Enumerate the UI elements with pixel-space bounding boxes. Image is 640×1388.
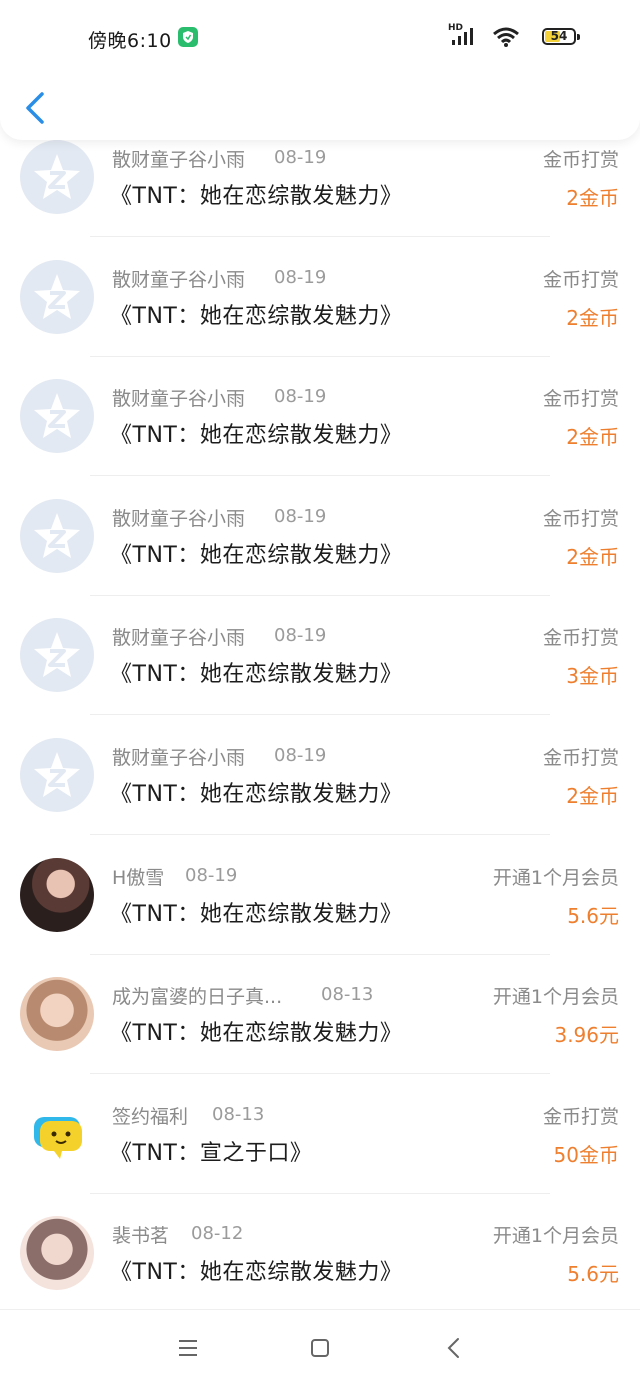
battery-percent: 54 [550,29,568,43]
divider [90,1073,550,1075]
record-date: 08-13 [321,984,374,1006]
book-title: 《TNT：宣之于口》 [110,1140,313,1166]
list-item[interactable]: 成为富婆的日子真... 08-13 《TNT：她在恋综散发魅力》 开通1个月会员 3.9… [0,975,640,1095]
list-item[interactable]: 散财童子谷小雨 08-19 《TNT：她在恋综散发魅力》 金币打赏 2金币 [0,138,640,258]
menu-button[interactable] [168,1328,208,1368]
sender-name: 成为富婆的日子真... [112,986,283,1009]
status-time: 傍晚6:10 [88,30,172,52]
list-item[interactable]: 散财童子谷小雨 08-19 《TNT：她在恋综散发魅力》 金币打赏 2金币 [0,497,640,617]
avatar[interactable] [20,857,94,932]
home-square-icon [311,1339,329,1357]
reward-type: 开通1个月会员 [492,986,619,1009]
book-title: 《TNT：她在恋综散发魅力》 [110,184,403,209]
sender-name: 散财童子谷小雨 [112,149,246,171]
sender-name: 散财童子谷小雨 [112,627,246,650]
chat-emoji-icon[interactable] [20,1097,94,1171]
record-date: 08-19 [274,625,327,647]
record-date: 08-19 [274,505,327,527]
record-date: 08-19 [274,745,327,766]
wifi-icon [493,27,519,47]
book-title: 《TNT：她在恋综散发魅力》 [110,1021,403,1047]
reward-amount: 2金币 [566,305,619,330]
reward-type: 金币打赏 [542,747,619,769]
sender-name: 散财童子谷小雨 [112,388,246,411]
reward-amount: 2金币 [566,186,619,210]
signal-icon [452,28,473,45]
back-button[interactable] [16,86,56,130]
sender-name: 裴书茗 [112,1225,170,1248]
sender-name: 签约福利 [112,1105,189,1128]
book-title: 《TNT：她在恋综散发魅力》 [110,1260,403,1286]
divider [90,594,550,596]
sender-name: 散财童子谷小雨 [112,507,246,530]
reward-amount: 3金币 [566,664,619,689]
reward-amount: 5.6元 [567,903,619,928]
divider [90,834,550,835]
divider [90,355,550,357]
reward-amount: 2金币 [566,544,619,569]
list-item[interactable]: 散财童子谷小雨 08-19 《TNT：她在恋综散发魅力》 金币打赏 2金币 [0,377,640,497]
home-button[interactable] [300,1328,340,1368]
default-avatar-icon[interactable] [20,738,94,812]
menu-icon [179,1340,197,1356]
book-title: 《TNT：她在恋综散发魅力》 [110,901,403,927]
list-item[interactable]: 签约福利 08-13 《TNT：宣之于口》 金币打赏 50金币 [0,1095,640,1215]
reward-type: 金币打赏 [542,388,619,411]
reward-type: 开通1个月会员 [492,1225,619,1248]
divider [90,714,550,716]
avatar[interactable] [20,1216,94,1291]
book-title: 《TNT：她在恋综散发魅力》 [110,782,403,807]
divider [90,236,550,237]
reward-amount: 3.96元 [554,1023,619,1048]
shield-icon [178,27,198,47]
record-date: 08-19 [274,386,327,408]
reward-amount: 2金币 [566,784,619,808]
status-bar: 傍晚6:10 HD 54 [0,0,640,76]
default-avatar-icon[interactable] [20,140,94,214]
battery-icon: 54 [542,28,580,45]
reward-amount: 50金币 [553,1142,619,1167]
sender-name: H傲雪 [112,866,165,889]
divider [90,475,550,477]
record-date: 08-19 [274,266,327,288]
book-title: 《TNT：她在恋综散发魅力》 [110,662,403,688]
divider [90,1192,550,1194]
list-item[interactable]: 散财童子谷小雨 08-19 《TNT：她在恋综散发魅力》 金币打赏 2金币 [0,258,640,378]
reward-type: 金币打赏 [542,627,619,650]
reward-amount: 2金币 [566,425,619,450]
reward-type: 开通1个月会员 [492,866,619,889]
book-title: 《TNT：她在恋综散发魅力》 [110,423,403,449]
record-date: 08-13 [212,1103,265,1125]
book-title: 《TNT：她在恋综散发魅力》 [110,542,403,568]
reward-type: 金币打赏 [542,1105,619,1128]
reward-type: 金币打赏 [542,149,619,171]
record-date: 08-19 [185,864,238,886]
default-avatar-icon[interactable] [20,618,94,693]
system-nav-bar [0,1309,640,1388]
book-title: 《TNT：她在恋综散发魅力》 [110,303,403,329]
chevron-left-icon [26,92,44,124]
list-item[interactable]: H傲雪 08-19 《TNT：她在恋综散发魅力》 开通1个月会员 5.6元 [0,856,640,976]
back-triangle-icon [447,1338,459,1358]
reward-amount: 5.6元 [567,1262,619,1287]
avatar[interactable] [20,977,94,1052]
record-date: 08-12 [191,1223,244,1245]
list-item[interactable]: 散财童子谷小雨 08-19 《TNT：她在恋综散发魅力》 金币打赏 3金币 [0,616,640,736]
nav-back-button[interactable] [434,1328,474,1368]
list-item[interactable]: 散财童子谷小雨 08-19 《TNT：她在恋综散发魅力》 金币打赏 2金币 [0,736,640,856]
default-avatar-icon[interactable] [20,259,94,334]
default-avatar-icon[interactable] [20,379,94,454]
reward-type: 金币打赏 [542,507,619,530]
sender-name: 散财童子谷小雨 [112,747,246,769]
record-date: 08-19 [274,147,327,168]
sender-name: 散财童子谷小雨 [112,268,246,291]
default-avatar-icon[interactable] [20,498,94,573]
reward-type: 金币打赏 [542,268,619,291]
divider [90,953,550,955]
